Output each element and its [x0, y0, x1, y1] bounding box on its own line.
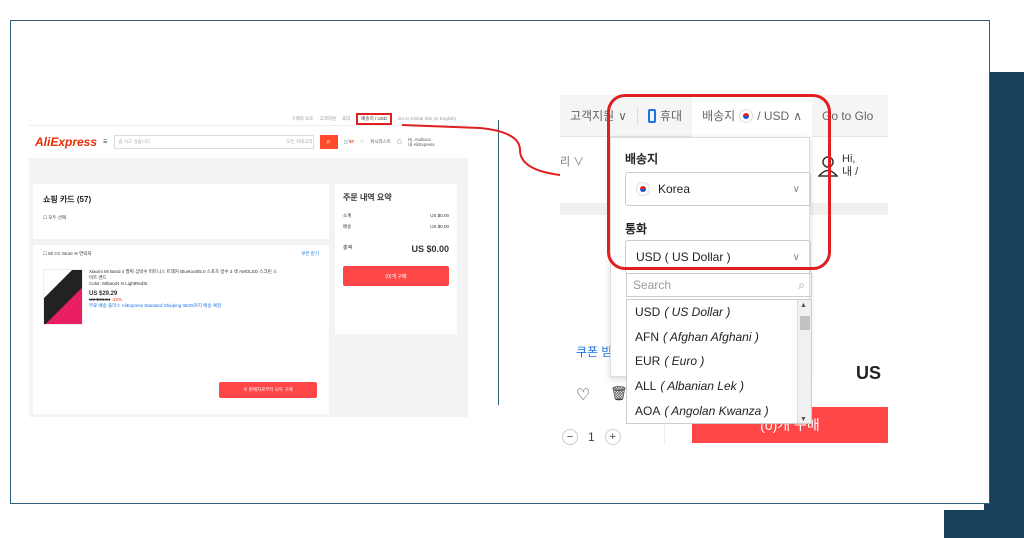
mini-my-aliexpress: 내 AliExpress: [407, 141, 435, 147]
mini-customer-support[interactable]: 고객지원: [319, 116, 336, 122]
scroll-up-icon[interactable]: ▲: [800, 302, 807, 309]
aliexpress-logo[interactable]: AliExpress: [35, 135, 97, 149]
item-old-price: US $43.04: [89, 297, 111, 302]
quantity-value: 1: [588, 430, 595, 444]
mini-buyer-protection[interactable]: 구매자 보호: [292, 116, 314, 122]
mini-order-summary: 주문 내역 요약 소계 US $0.00 배송 US $0.00 총액 US $0.0…: [335, 184, 457, 334]
item-title[interactable]: Xiaomi Mi Band 4 팔찌 심박수 피트니스 트래커 Bluetoo…: [89, 269, 279, 281]
item-discount: -32%: [111, 297, 123, 302]
mini-search-input[interactable]: 숍 사고 싶습니다 모든 카테고리: [113, 135, 314, 149]
currency-option-aoa[interactable]: AOA( Angolan Kwanza ): [627, 398, 811, 423]
subtotal-row: 소계 US $0.00: [343, 213, 449, 218]
total-price-fragment: US: [856, 363, 882, 383]
mini-header-icons: 🛒57 ♡ 위시리스트 ◯ Hi, Audiooo 내 AliExpress: [344, 137, 435, 148]
cart-page-thumbnail: 구매자 보호 고객지원 휴대 배송지 / USD Go to Global Si…: [29, 112, 468, 417]
store-name[interactable]: Mi CC Store: [48, 251, 73, 256]
mini-header: AliExpress ☰ 숍 사고 싶습니다 모든 카테고리 ⌕ 🛒57 ♡ 위…: [29, 126, 468, 158]
language-selector[interactable]: 리 ∨: [560, 153, 584, 169]
mini-shipto-currency[interactable]: 배송지 / USD: [356, 112, 392, 125]
scrollbar[interactable]: ▲ ▼: [797, 300, 811, 423]
mini-mobile[interactable]: 휴대: [342, 116, 350, 122]
highlight-box: [607, 94, 831, 270]
summary-title: 주문 내역 요약: [343, 193, 392, 202]
cart-item: Xiaomi Mi Band 4 팔찌 심박수 피트니스 트래커 Bluetoo…: [33, 263, 329, 331]
currency-option-all[interactable]: ALL( Albanian Lek ): [627, 374, 811, 399]
mini-global-site[interactable]: Go to Global Site (in English): [398, 116, 456, 121]
search-icon: ⌕: [798, 277, 805, 292]
shipping-row: 배송 US $0.00: [343, 224, 449, 229]
mini-topbar: 구매자 보호 고객지원 휴대 배송지 / USD Go to Global Si…: [29, 112, 468, 126]
cart-count: 57: [349, 139, 355, 144]
scroll-down-icon[interactable]: ▼: [800, 416, 807, 423]
currency-search-placeholder: Search: [633, 278, 672, 292]
cart-icon[interactable]: 🛒57: [344, 139, 355, 145]
mini-wishlist[interactable]: 위시리스트: [370, 139, 391, 145]
mini-buy-button[interactable]: (0)개 구매: [343, 266, 449, 286]
account-greeting[interactable]: Hi, 내 /: [842, 153, 858, 179]
currency-option-afn[interactable]: AFN( Afghan Afghani ): [627, 325, 811, 350]
mini-search-icon[interactable]: ⌕: [319, 135, 338, 149]
menu-icon[interactable]: ☰: [103, 139, 107, 145]
item-shipping: 무료 배송 플러스 AliExpress Standard Shipping 0…: [89, 303, 222, 308]
store-row: ☐ Mi CC Store ✉ 연락처 쿠폰 받기: [33, 239, 329, 263]
decor-bar-right: [984, 72, 1024, 538]
scroll-thumb[interactable]: [800, 316, 810, 330]
select-all-label: 모두 선택: [48, 215, 67, 220]
cart-title: 쇼핑 카드 (57): [43, 195, 92, 204]
decor-bar-bottom: [944, 510, 1024, 538]
item-details: Xiaomi Mi Band 4 팔찌 심박수 피트니스 트래커 Bluetoo…: [89, 269, 279, 325]
currency-option-usd[interactable]: USD( US Dollar ): [627, 300, 811, 325]
currency-search-input[interactable]: Search ⌕: [626, 273, 812, 297]
user-icon[interactable]: ◯: [397, 139, 402, 145]
select-all-checkbox[interactable]: ☐ 모두 선택: [33, 209, 329, 227]
buy-from-seller-button[interactable]: 이 판매자로부터 모두 구매: [219, 382, 317, 398]
heart-icon[interactable]: ♡: [576, 385, 590, 405]
heart-icon[interactable]: ♡: [360, 139, 364, 145]
item-color: Color: Miband4 N LightRedSt: [89, 281, 148, 286]
currency-option-eur[interactable]: EUR( Euro ): [627, 349, 811, 374]
mini-coupon-link[interactable]: 쿠폰 받기: [301, 251, 319, 257]
currency-options-list: USD( US Dollar ) AFN( Afghan Afghani ) E…: [626, 299, 812, 424]
decrease-button[interactable]: −: [562, 429, 578, 445]
mini-search-scope[interactable]: 모든 카테고리: [286, 139, 312, 145]
mini-cart-panel: 쇼핑 카드 (57) ☐ 모두 선택 ☐ Mi CC Store ✉ 연락처 쿠…: [33, 184, 329, 414]
store-contact[interactable]: 연락처: [79, 251, 91, 256]
quantity-stepper: − 1 +: [562, 429, 621, 445]
panel-divider: [498, 120, 499, 405]
increase-button[interactable]: +: [604, 429, 621, 445]
product-thumbnail[interactable]: [43, 269, 83, 325]
mini-search-placeholder: 숍 사고 싶습니다: [118, 139, 151, 144]
total-row: 총액 US $0.00: [343, 244, 449, 254]
mini-account[interactable]: Hi, Audiooo 내 AliExpress: [408, 137, 435, 148]
